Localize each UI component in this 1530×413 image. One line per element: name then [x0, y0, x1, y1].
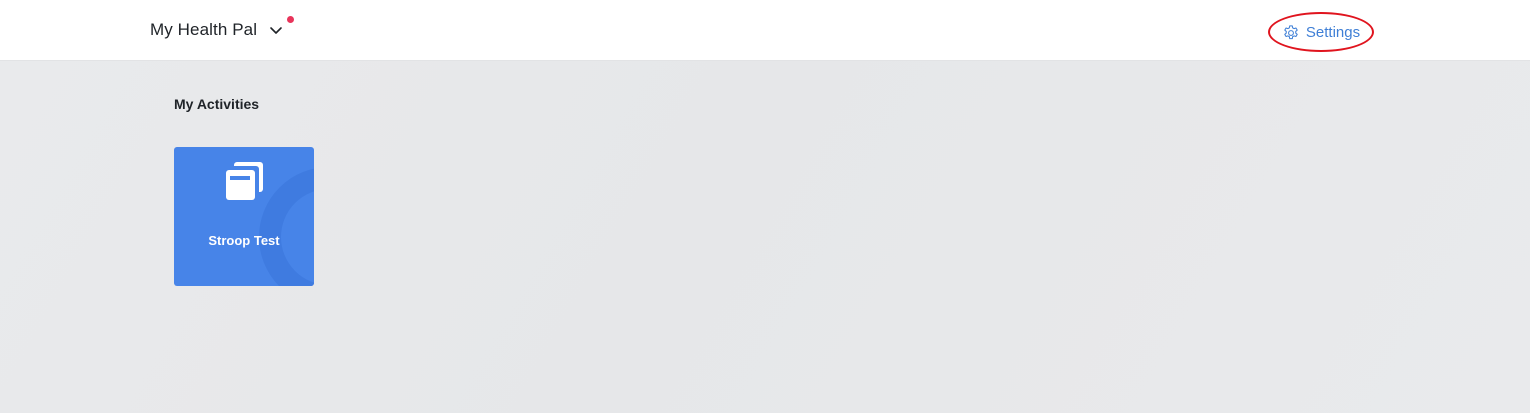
card-decoration: [259, 167, 314, 286]
chevron-down-icon[interactable]: [269, 23, 283, 37]
section-title: My Activities: [174, 96, 260, 112]
cards-stack-icon: [222, 159, 266, 203]
settings-label: Settings: [1305, 24, 1361, 41]
activity-card-stroop-test[interactable]: Stroop Test: [174, 147, 314, 286]
top-header: My Health Pal Settings: [0, 0, 1530, 61]
notification-dot: [287, 16, 294, 23]
gear-icon: [1282, 24, 1300, 42]
activity-card-label: Stroop Test: [208, 233, 280, 248]
settings-button[interactable]: Settings: [1268, 12, 1378, 56]
app-name: My Health Pal: [150, 20, 258, 39]
main-content: My Activities Stroop Test: [0, 61, 1530, 413]
app-switcher[interactable]: My Health Pal: [150, 18, 283, 42]
